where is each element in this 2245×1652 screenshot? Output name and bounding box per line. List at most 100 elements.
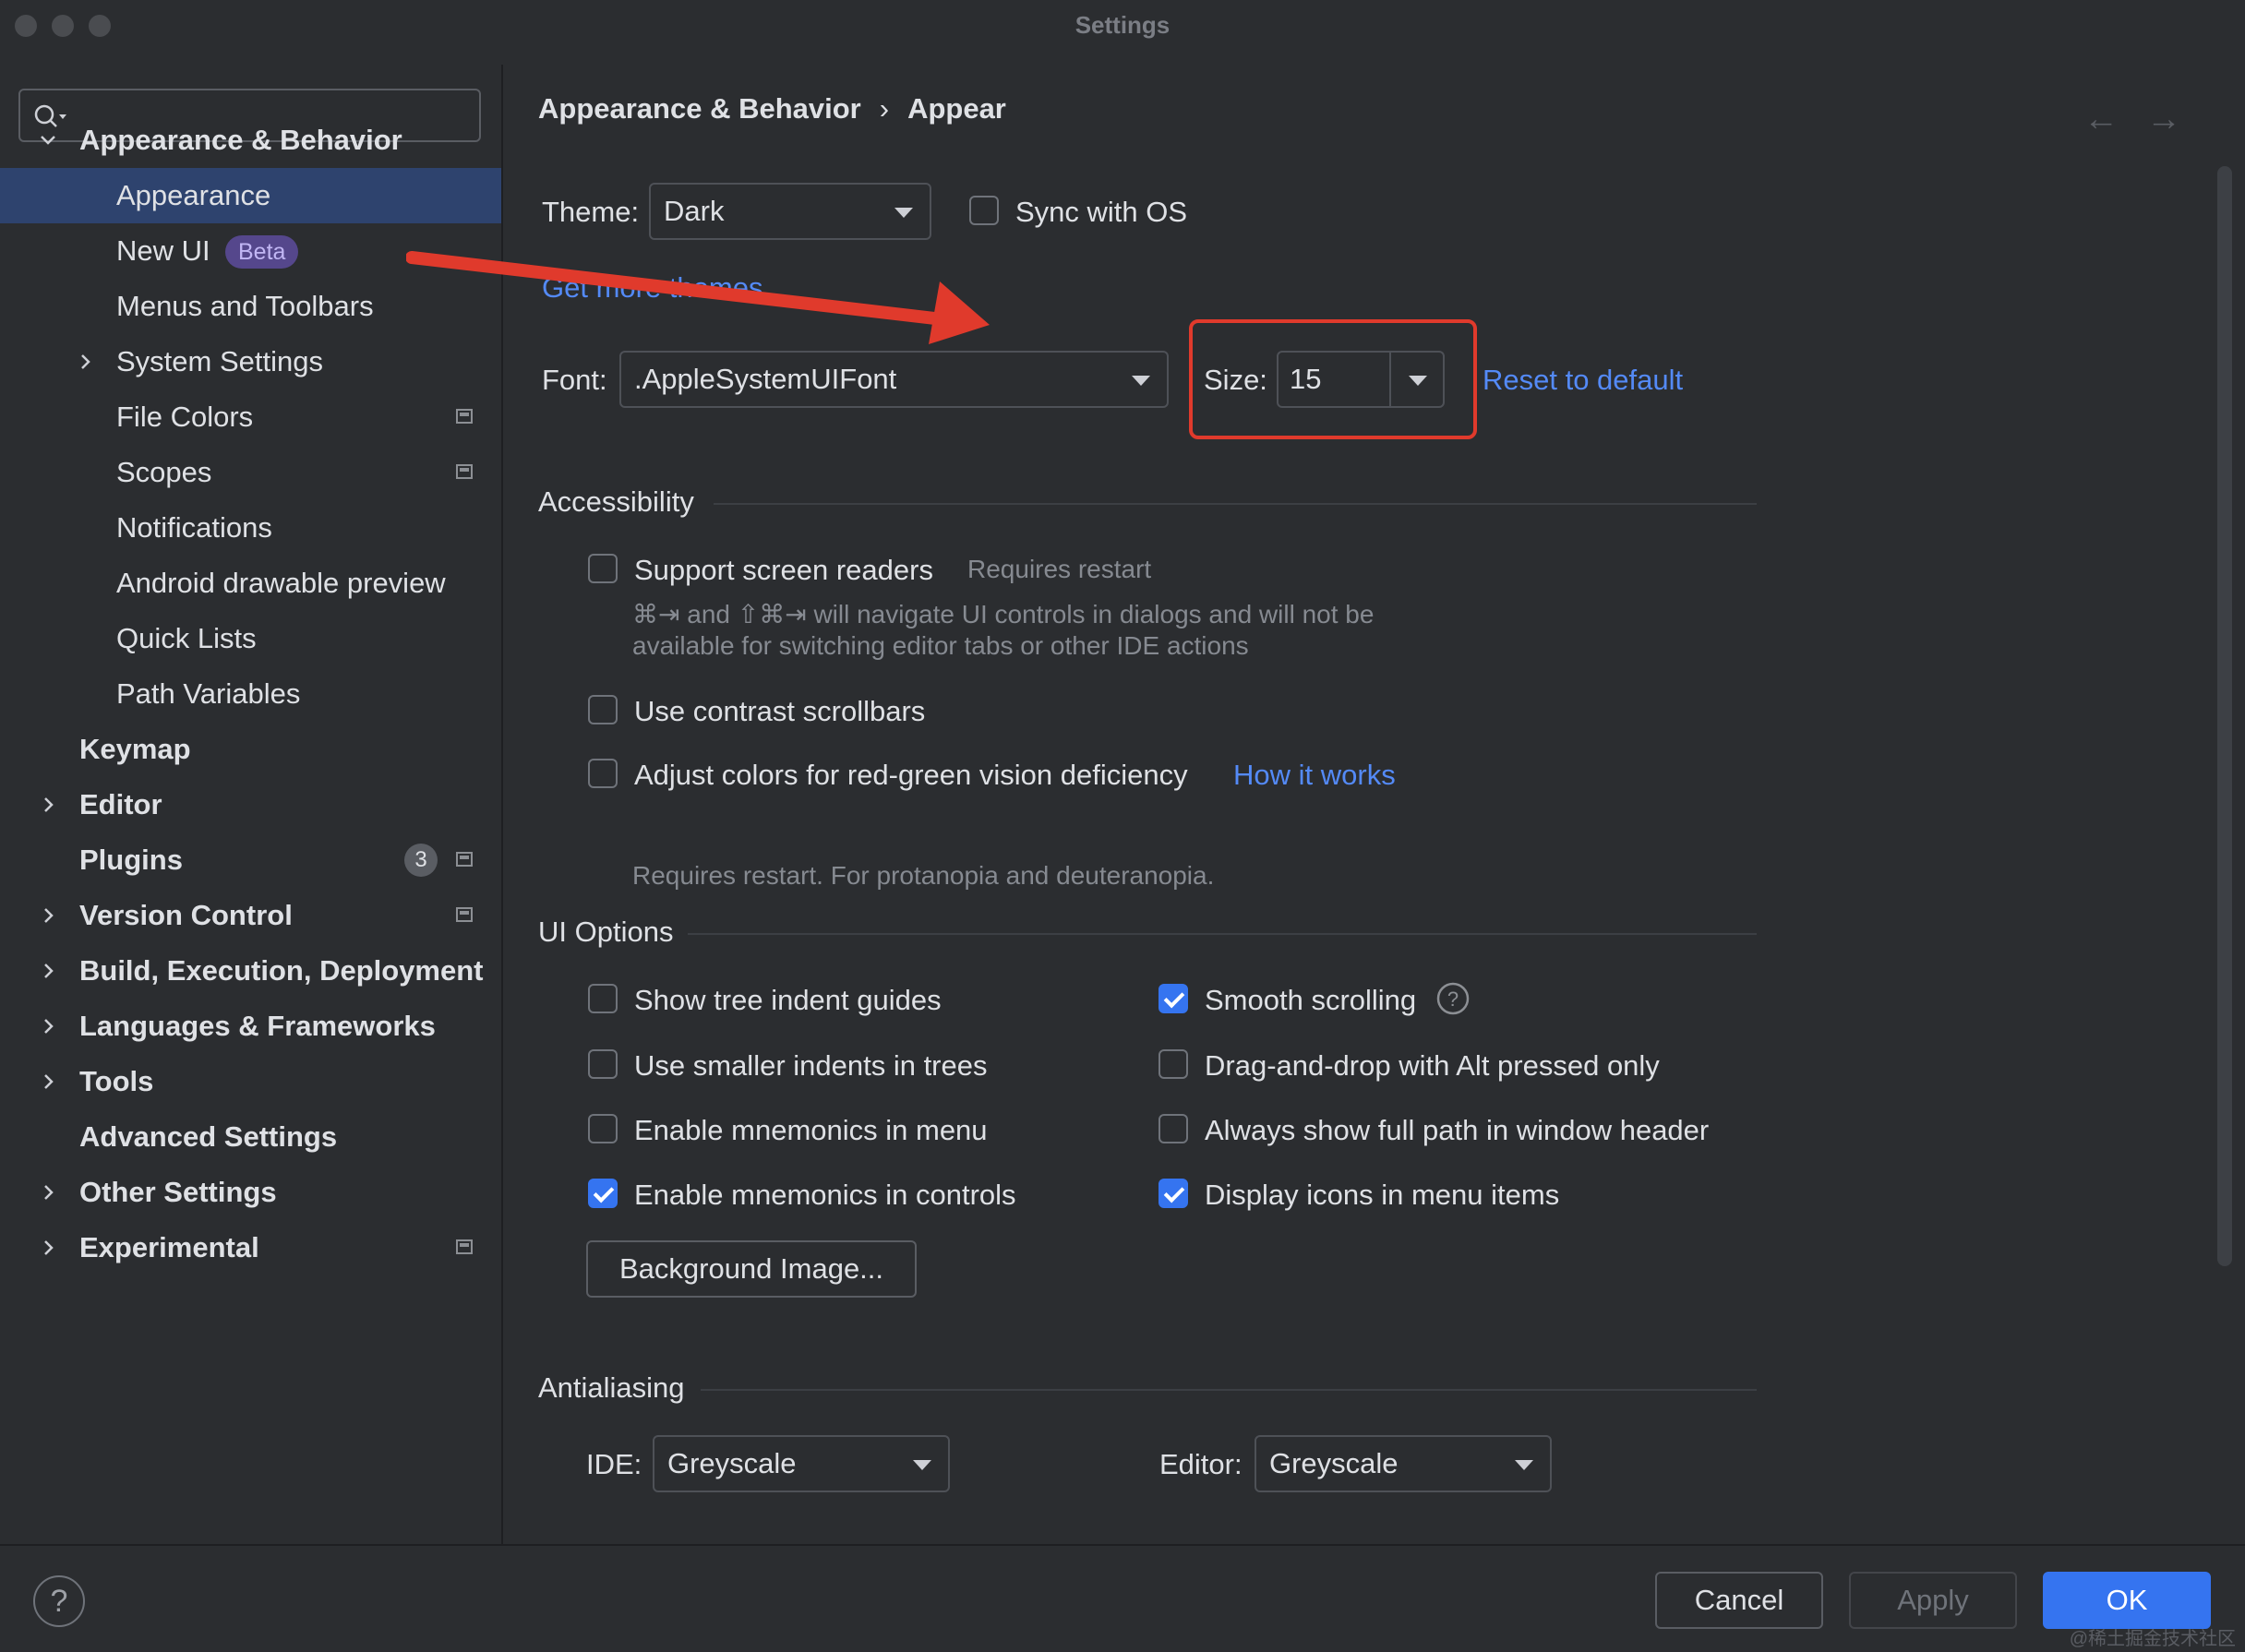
sidebar-item-appearance[interactable]: Appearance bbox=[0, 168, 501, 223]
plugin-updates-badge: 3 bbox=[404, 844, 438, 877]
settings-window: Settings Appearance & Behavior Appearanc… bbox=[0, 0, 2245, 1652]
sidebar-item-keymap[interactable]: Keymap bbox=[0, 722, 501, 777]
chevron-right-icon[interactable] bbox=[37, 1071, 59, 1093]
sidebar-item-label: Languages & Frameworks bbox=[79, 1010, 436, 1042]
watermark: @稀土掘金技术社区 bbox=[2069, 1629, 2236, 1649]
sidebar-item-build-execution[interactable]: Build, Execution, Deployment bbox=[0, 943, 501, 999]
breadcrumb-parent[interactable]: Appearance & Behavior bbox=[538, 92, 861, 125]
screen-readers-checkbox[interactable] bbox=[588, 554, 618, 583]
apply-button[interactable]: Apply bbox=[1849, 1572, 2017, 1629]
contrast-scrollbars-checkbox[interactable] bbox=[588, 695, 618, 724]
smooth-scrolling-checkbox[interactable] bbox=[1159, 984, 1188, 1013]
sidebar-item-label: Path Variables bbox=[116, 677, 301, 710]
breadcrumb-current: Appear bbox=[907, 92, 1006, 125]
mnemonics-controls-label: Enable mnemonics in controls bbox=[634, 1179, 1016, 1211]
sidebar-item-label: Advanced Settings bbox=[79, 1120, 338, 1153]
sidebar-item-label: File Colors bbox=[116, 401, 254, 433]
sidebar-item-notifications[interactable]: Notifications bbox=[0, 500, 501, 556]
background-image-button[interactable]: Background Image... bbox=[586, 1240, 917, 1298]
drag-drop-alt-label: Drag-and-drop with Alt pressed only bbox=[1205, 1049, 1660, 1082]
sidebar-item-label: Tools bbox=[79, 1065, 154, 1097]
icons-menu-checkbox[interactable] bbox=[1159, 1179, 1188, 1208]
sidebar-item-label: Keymap bbox=[79, 733, 191, 765]
sidebar-item-tools[interactable]: Tools bbox=[0, 1054, 501, 1109]
chevron-right-icon[interactable] bbox=[37, 960, 59, 982]
sidebar-item-quick-lists[interactable]: Quick Lists bbox=[0, 611, 501, 666]
color-deficiency-checkbox[interactable] bbox=[588, 759, 618, 788]
sidebar-item-plugins[interactable]: Plugins 3 bbox=[0, 832, 501, 888]
accessibility-section-title: Accessibility bbox=[538, 485, 694, 518]
chevron-down-icon[interactable] bbox=[37, 129, 59, 151]
drag-drop-alt-checkbox[interactable] bbox=[1159, 1049, 1188, 1079]
sidebar-item-file-colors[interactable]: File Colors bbox=[0, 389, 501, 445]
font-label: Font: bbox=[542, 364, 607, 396]
theme-label: Theme: bbox=[542, 196, 640, 228]
tree-indent-checkbox[interactable] bbox=[588, 984, 618, 1013]
sidebar-item-label: New UI bbox=[116, 234, 210, 267]
sidebar-item-scopes[interactable]: Scopes bbox=[0, 445, 501, 500]
dropdown-arrow-icon bbox=[913, 1460, 931, 1470]
beta-badge: Beta bbox=[225, 235, 299, 269]
ide-antialiasing-dropdown[interactable]: Greyscale bbox=[653, 1435, 950, 1492]
section-divider bbox=[714, 503, 1757, 505]
font-dropdown[interactable]: .AppleSystemUIFont bbox=[619, 351, 1169, 408]
color-deficiency-label: Adjust colors for red-green vision defic… bbox=[634, 759, 1188, 791]
mnemonics-menu-label: Enable mnemonics in menu bbox=[634, 1114, 988, 1146]
sidebar-item-version-control[interactable]: Version Control bbox=[0, 888, 501, 943]
project-level-icon bbox=[456, 852, 473, 867]
help-icon[interactable]: ? bbox=[1436, 982, 1470, 1015]
chevron-right-icon[interactable] bbox=[74, 351, 96, 373]
theme-dropdown[interactable]: Dark bbox=[649, 183, 931, 240]
sidebar-item-label: Other Settings bbox=[79, 1176, 277, 1208]
how-it-works-link[interactable]: How it works bbox=[1233, 759, 1396, 792]
sidebar-item-languages-frameworks[interactable]: Languages & Frameworks bbox=[0, 999, 501, 1054]
sidebar-item-path-variables[interactable]: Path Variables bbox=[0, 666, 501, 722]
sidebar-item-editor[interactable]: Editor bbox=[0, 777, 501, 832]
sidebar-item-advanced-settings[interactable]: Advanced Settings bbox=[0, 1109, 501, 1165]
ide-label: IDE: bbox=[586, 1448, 642, 1480]
sidebar-item-label: Quick Lists bbox=[116, 622, 257, 654]
mnemonics-menu-checkbox[interactable] bbox=[588, 1114, 618, 1143]
full-path-label: Always show full path in window header bbox=[1205, 1114, 1710, 1146]
smaller-indents-checkbox[interactable] bbox=[588, 1049, 618, 1079]
reset-to-default-link[interactable]: Reset to default bbox=[1483, 364, 1683, 397]
dropdown-arrow-icon bbox=[1515, 1460, 1533, 1470]
chevron-right-icon[interactable] bbox=[37, 904, 59, 927]
chevron-right-icon[interactable] bbox=[37, 1237, 59, 1259]
screen-readers-hint: available for switching editor tabs or o… bbox=[632, 631, 1249, 660]
requires-restart-hint: Requires restart bbox=[967, 555, 1152, 583]
sidebar-item-other-settings[interactable]: Other Settings bbox=[0, 1165, 501, 1220]
mnemonics-controls-checkbox[interactable] bbox=[588, 1179, 618, 1208]
editor-antialiasing-value: Greyscale bbox=[1269, 1447, 1399, 1479]
chevron-right-icon[interactable] bbox=[37, 1181, 59, 1203]
smooth-scrolling-label: Smooth scrolling bbox=[1205, 984, 1417, 1016]
sync-os-checkbox[interactable] bbox=[969, 196, 999, 225]
section-divider bbox=[688, 933, 1757, 935]
sidebar-item-experimental[interactable]: Experimental bbox=[0, 1220, 501, 1275]
editor-antialiasing-dropdown[interactable]: Greyscale bbox=[1255, 1435, 1552, 1492]
chevron-right-icon[interactable] bbox=[37, 1015, 59, 1037]
sidebar-item-android-drawable[interactable]: Android drawable preview bbox=[0, 556, 501, 611]
back-arrow-icon[interactable]: ← bbox=[2083, 100, 2119, 139]
cancel-button[interactable]: Cancel bbox=[1655, 1572, 1823, 1629]
scrollbar-thumb[interactable] bbox=[2217, 166, 2232, 1266]
font-value: .AppleSystemUIFont bbox=[634, 363, 897, 395]
ok-button[interactable]: OK bbox=[2043, 1572, 2211, 1629]
help-button[interactable]: ? bbox=[33, 1575, 85, 1627]
title-bar: Settings bbox=[0, 0, 2245, 52]
scrollbar[interactable] bbox=[2215, 166, 2234, 1266]
annotation-highlight-box bbox=[1189, 319, 1477, 439]
sidebar-item-label: Editor bbox=[79, 788, 162, 820]
sidebar-item-label: Menus and Toolbars bbox=[116, 290, 374, 322]
full-path-checkbox[interactable] bbox=[1159, 1114, 1188, 1143]
breadcrumb: Appearance & Behavior › Appear bbox=[538, 92, 1006, 126]
sidebar-item-label: Android drawable preview bbox=[116, 567, 446, 599]
dialog-footer: ? Cancel Apply OK @稀土掘金技术社区 bbox=[0, 1544, 2245, 1652]
sidebar-item-appearance-behavior[interactable]: Appearance & Behavior bbox=[0, 113, 501, 168]
forward-arrow-icon[interactable]: → bbox=[2146, 100, 2181, 139]
screen-readers-label: Support screen readers bbox=[634, 554, 933, 586]
chevron-right-icon[interactable] bbox=[37, 794, 59, 816]
project-level-icon bbox=[456, 409, 473, 424]
svg-text:?: ? bbox=[1447, 988, 1459, 1011]
theme-value: Dark bbox=[664, 195, 725, 227]
